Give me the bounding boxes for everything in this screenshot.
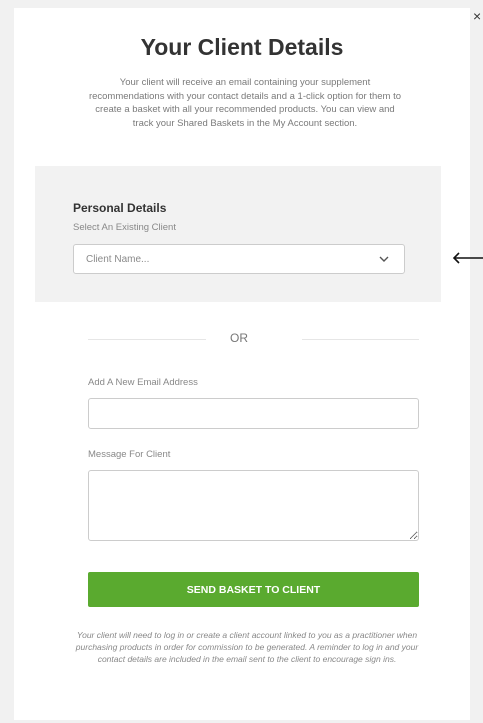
close-icon[interactable]: × bbox=[473, 8, 483, 24]
client-select-value: Client Name... bbox=[86, 254, 150, 265]
left-arrow-icon bbox=[452, 252, 483, 264]
client-select[interactable]: Client Name... bbox=[73, 244, 405, 274]
divider-line-left bbox=[88, 339, 206, 340]
divider-line-right bbox=[302, 339, 419, 340]
personal-details-heading: Personal Details bbox=[73, 201, 167, 215]
send-basket-button[interactable]: SEND BASKET TO CLIENT bbox=[88, 572, 419, 607]
message-textarea[interactable] bbox=[88, 470, 419, 541]
client-details-modal: Your Client Details Your client will rec… bbox=[14, 8, 470, 720]
select-client-label: Select An Existing Client bbox=[73, 222, 176, 233]
message-label: Message For Client bbox=[88, 449, 171, 460]
chevron-down-icon bbox=[379, 256, 389, 262]
new-email-label: Add A New Email Address bbox=[88, 377, 198, 388]
footer-note: Your client will need to log in or creat… bbox=[75, 630, 419, 665]
intro-text: Your client will receive an email contai… bbox=[88, 77, 402, 129]
personal-details-panel: Personal Details Select An Existing Clie… bbox=[35, 166, 441, 302]
new-email-input[interactable] bbox=[88, 398, 419, 429]
or-label: OR bbox=[230, 331, 248, 345]
modal-title: Your Client Details bbox=[140, 34, 344, 60]
